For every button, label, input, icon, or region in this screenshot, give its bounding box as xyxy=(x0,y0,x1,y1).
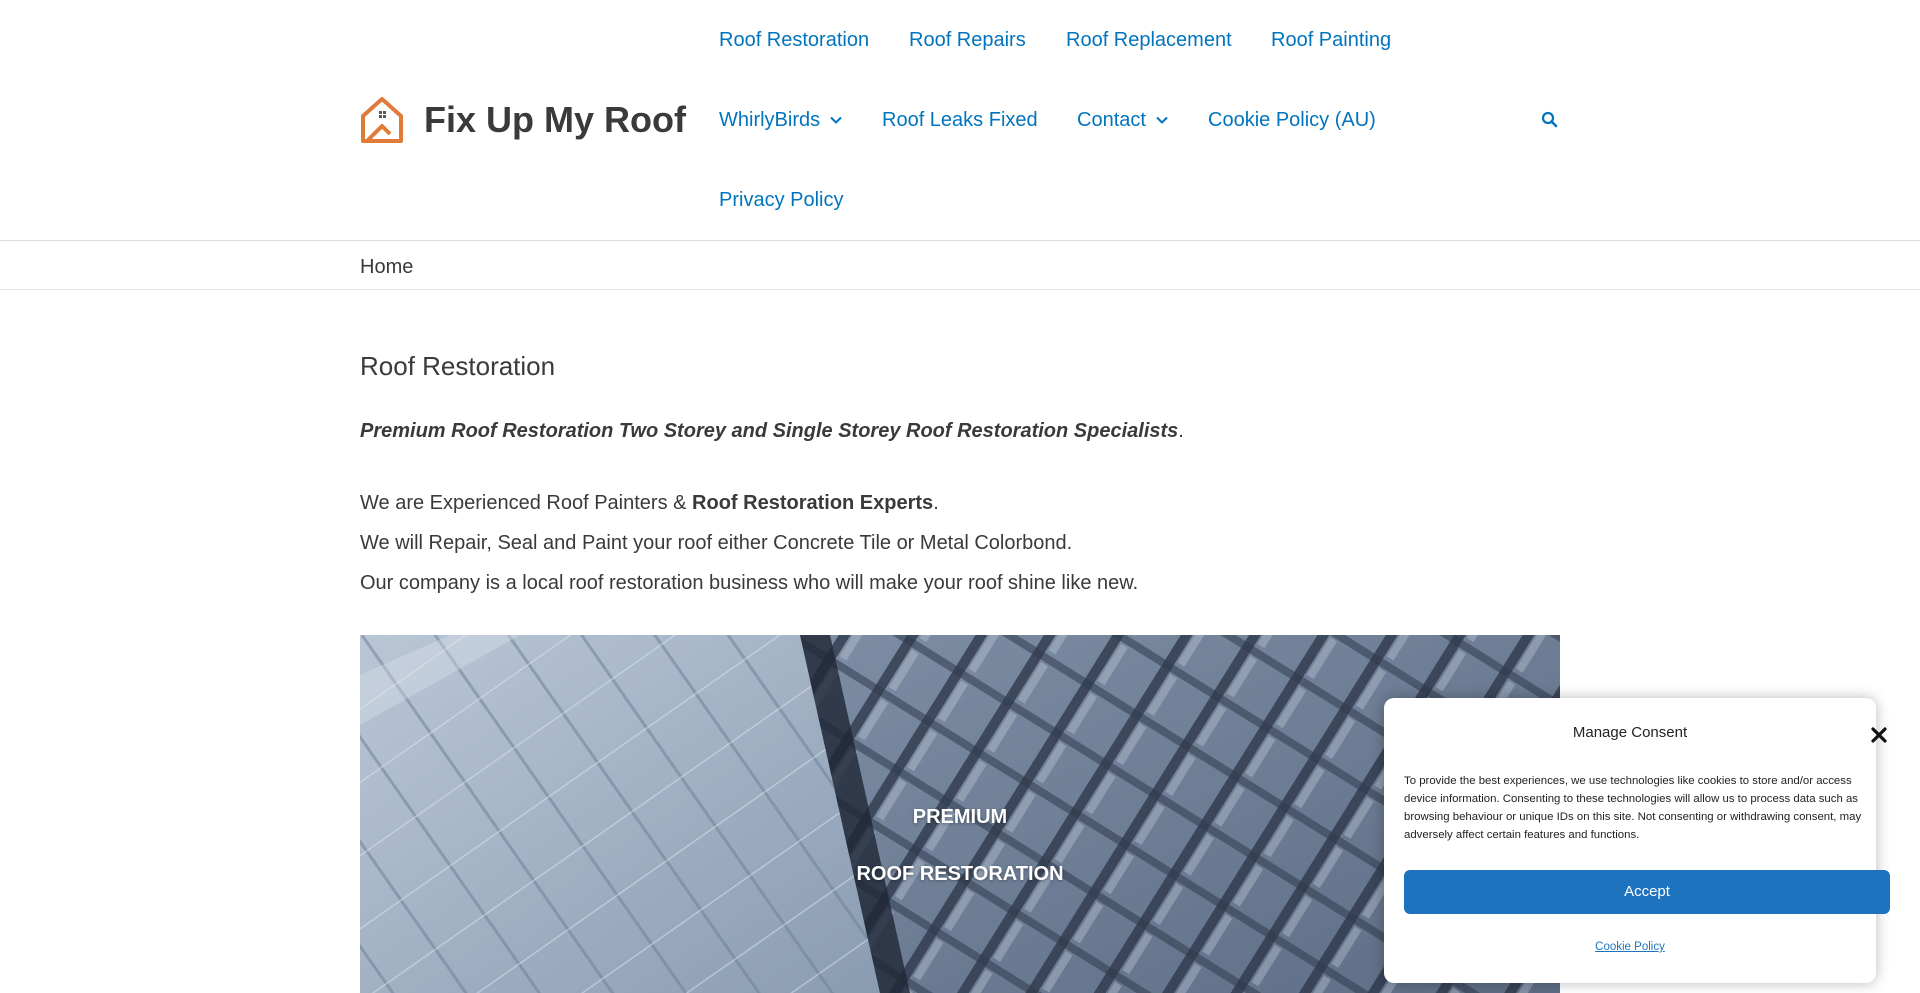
accept-button[interactable]: Accept xyxy=(1404,870,1890,914)
nav-roof-replacement[interactable]: Roof Replacement xyxy=(1066,28,1232,52)
intro-text: Premium Roof Restoration Two Storey and … xyxy=(360,419,1184,443)
house-logo-icon[interactable] xyxy=(360,96,404,144)
search-icon[interactable] xyxy=(1540,110,1560,130)
breadcrumb: Home xyxy=(360,256,414,278)
para1-end: . xyxy=(933,492,939,514)
close-icon[interactable] xyxy=(1870,726,1888,744)
breadcrumb-bar: Home xyxy=(0,241,1920,290)
nav-roof-restoration[interactable]: Roof Restoration xyxy=(719,28,869,52)
nav-whirlybirds[interactable]: WhirlyBirds xyxy=(719,108,843,132)
intro-end: . xyxy=(1178,420,1184,442)
chevron-down-icon xyxy=(830,116,842,124)
consent-title: Manage Consent xyxy=(1572,724,1688,741)
consent-dialog: Manage Consent To provide the best exper… xyxy=(1384,698,1890,983)
site-logo[interactable] xyxy=(360,96,404,144)
site-header: Fix Up My Roof Roof Restoration Roof Rep… xyxy=(0,0,1920,241)
nav-roof-leaks-fixed[interactable]: Roof Leaks Fixed xyxy=(882,108,1038,132)
nav-privacy-policy[interactable]: Privacy Policy xyxy=(719,188,843,212)
hero-image: PREMIUM ROOF RESTORATION xyxy=(360,635,1560,993)
nav-contact-label: Contact xyxy=(1077,109,1146,131)
para1-strong: Roof Restoration Experts xyxy=(692,492,934,514)
nav-roof-painting[interactable]: Roof Painting xyxy=(1271,28,1391,52)
site-title[interactable]: Fix Up My Roof xyxy=(424,98,686,142)
consent-body: To provide the best experiences, we use … xyxy=(1404,775,1862,841)
nav-contact[interactable]: Contact xyxy=(1077,108,1169,132)
hero-line-2: ROOF RESTORATION xyxy=(856,863,1064,885)
paragraph-repair: We will Repair, Seal and Paint your roof… xyxy=(360,532,1073,554)
page-title: Roof Restoration xyxy=(360,351,556,381)
cookie-policy-link[interactable]: Cookie Policy xyxy=(1384,940,1876,954)
intro-emphasis: Premium Roof Restoration Two Storey and … xyxy=(360,420,1179,442)
nav-roof-repairs[interactable]: Roof Repairs xyxy=(909,28,1026,52)
para1-text: We are Experienced Roof Painters & xyxy=(360,492,693,514)
paragraph-experience: We are Experienced Roof Painters & Roof … xyxy=(360,491,939,515)
hero-line-1: PREMIUM xyxy=(912,806,1008,828)
paragraph-local: Our company is a local roof restoration … xyxy=(360,572,1139,594)
nav-whirlybirds-label: WhirlyBirds xyxy=(719,109,821,131)
chevron-down-icon xyxy=(1156,116,1168,124)
nav-cookie-policy-au[interactable]: Cookie Policy (AU) xyxy=(1208,108,1376,132)
